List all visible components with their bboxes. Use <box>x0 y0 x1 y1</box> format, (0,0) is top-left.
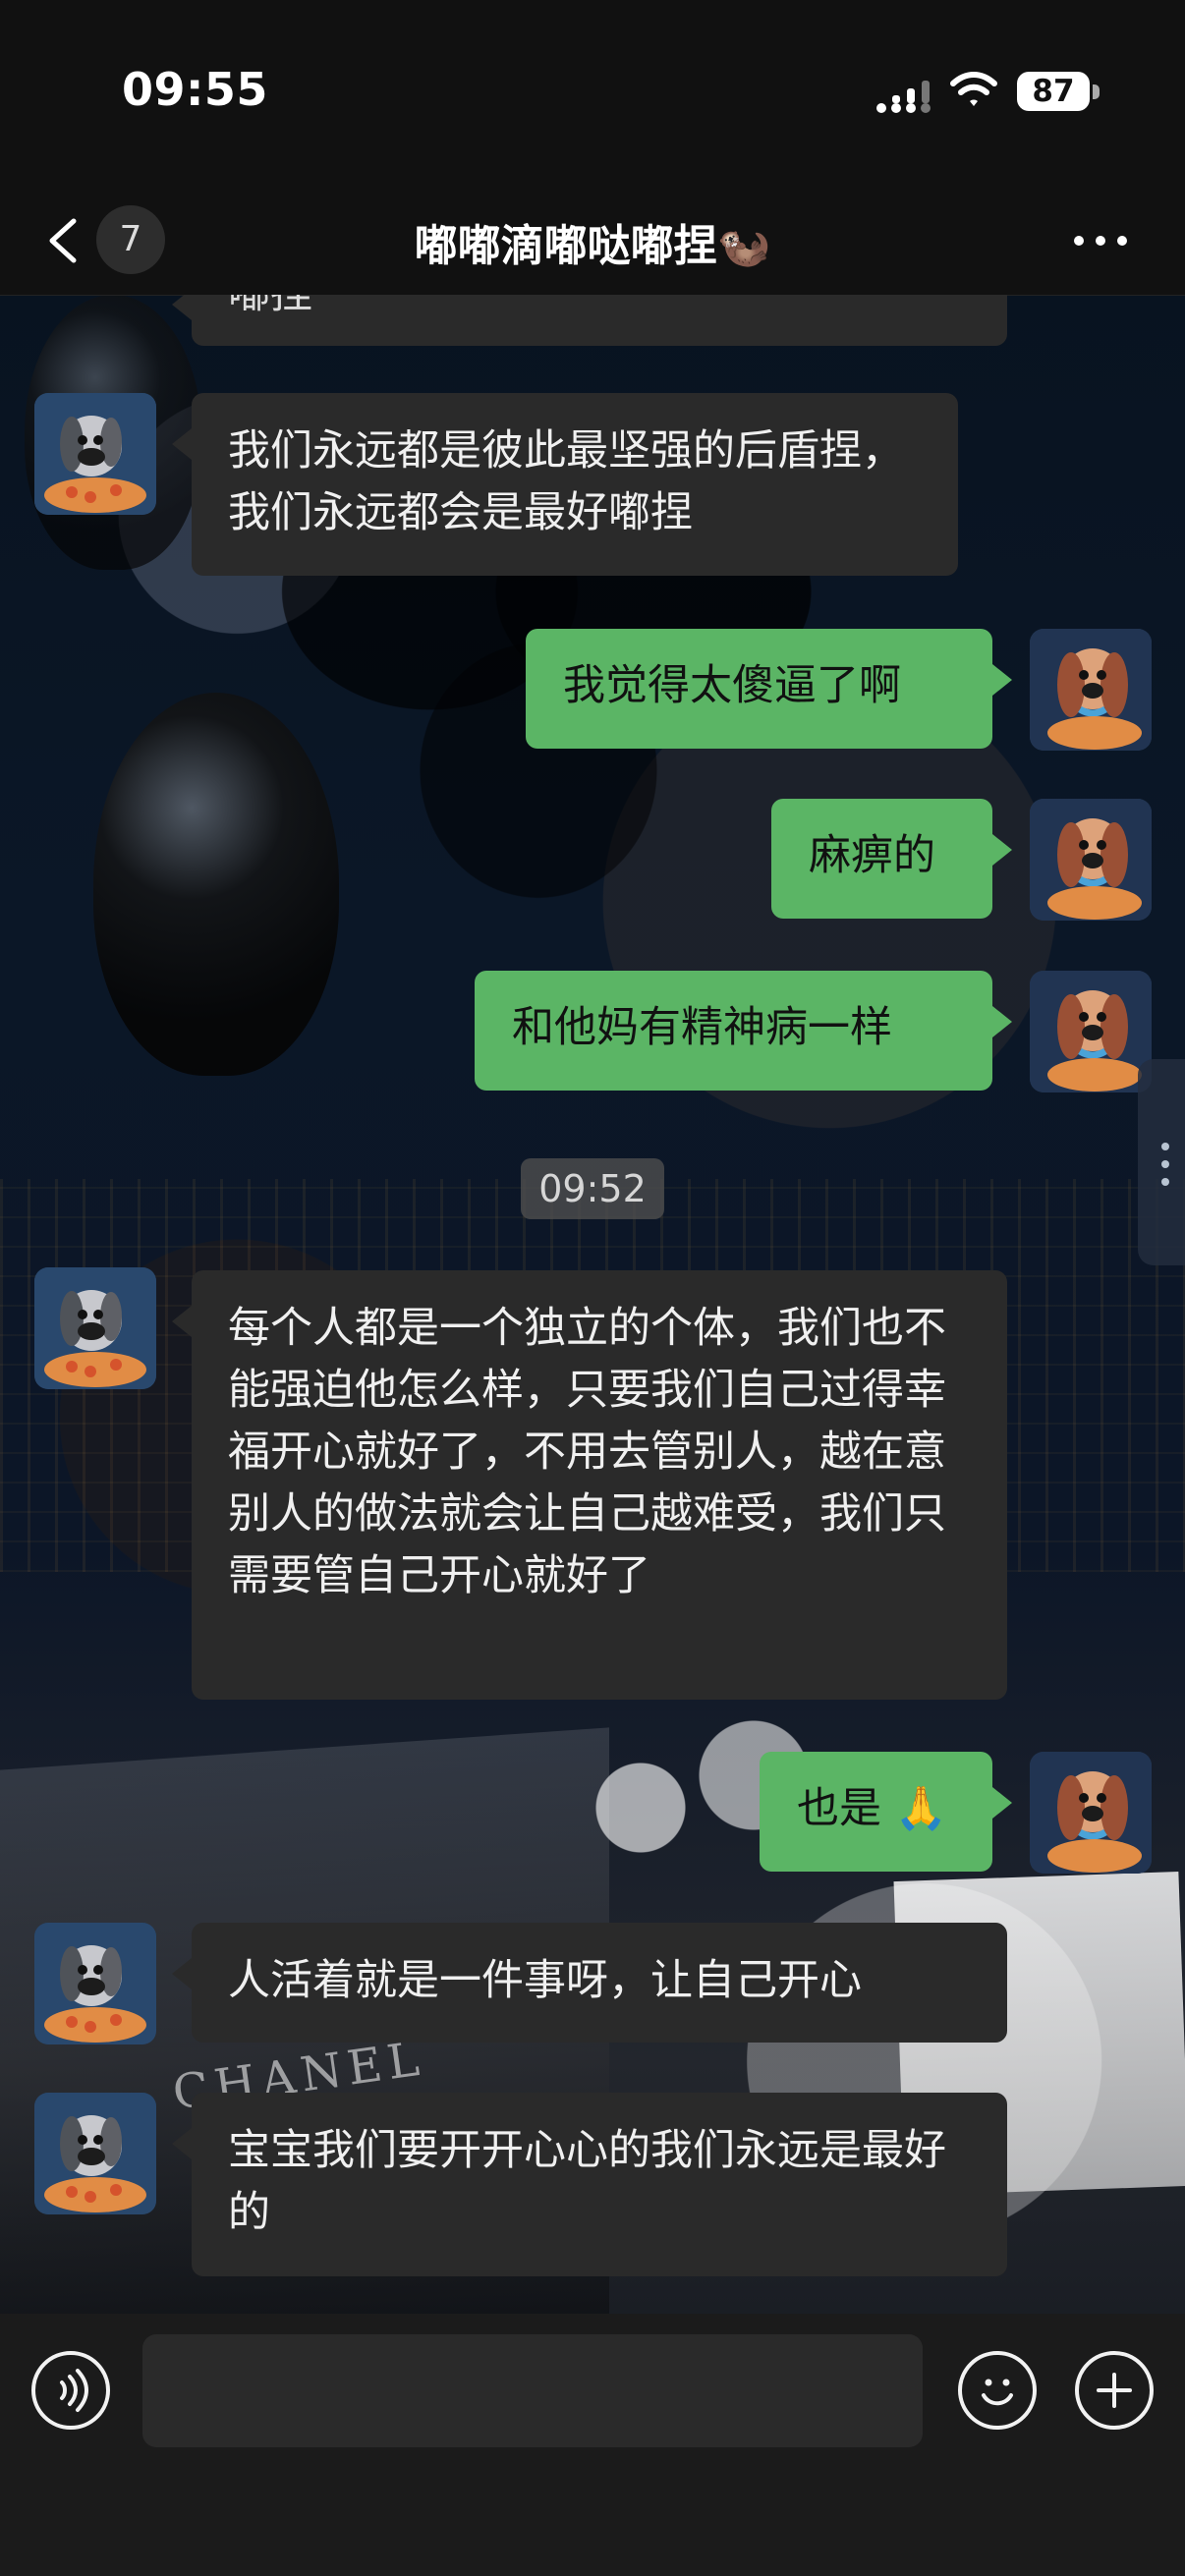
outgoing-message[interactable]: 也是 🙏 <box>760 1752 1012 1872</box>
incoming-message[interactable]: 每个人都是一个独立的个体，我们也不能强迫他怎么样，只要我们自己过得幸福开心就好了… <box>172 1270 1007 1700</box>
contact-avatar[interactable] <box>34 393 156 515</box>
chat-title: 嘟嘟滴嘟哒嘟捏🦦 <box>414 221 771 271</box>
partial-top-message-text: 嘟捏 <box>228 295 312 318</box>
incoming-message[interactable]: 人活着就是一件事呀，让自己开心 <box>172 1923 1007 2043</box>
partial-top-message: 嘟捏 <box>172 295 1007 346</box>
message-text: 也是 🙏 <box>797 1784 948 1833</box>
scroll-dot-icon <box>1161 1178 1169 1186</box>
dog-avatar-icon <box>34 2093 156 2214</box>
my-avatar[interactable] <box>1030 629 1152 751</box>
outgoing-message[interactable]: 我觉得太傻逼了啊 <box>526 629 1012 749</box>
contact-avatar[interactable] <box>34 2093 156 2214</box>
scroll-dot-icon <box>1161 1160 1169 1168</box>
outgoing-message[interactable]: 和他妈有精神病一样 <box>475 971 1012 1091</box>
battery-level: 87 <box>1017 72 1090 111</box>
battery-tip <box>1093 84 1100 99</box>
message-text: 麻痹的 <box>809 831 935 880</box>
voice-button[interactable] <box>31 2351 110 2430</box>
more-dot-icon <box>1117 236 1127 246</box>
emoji-button[interactable] <box>958 2351 1037 2430</box>
chevron-left-icon <box>49 218 77 263</box>
message-text: 我们永远都是彼此最坚强的后盾捏，我们永远都会是最好嘟捏 <box>228 426 904 537</box>
contact-avatar[interactable] <box>34 1923 156 2044</box>
message-list[interactable]: 嘟捏 我们永远都是彼此最坚强的后盾捏，我们永远都会是最好嘟捏 我觉得太傻逼了啊 <box>0 295 1185 2314</box>
signal-icon <box>876 81 931 113</box>
incoming-message[interactable]: 宝宝我们要开开心心的我们永远是最好的 <box>172 2093 1007 2276</box>
status-time: 09:55 <box>122 63 268 116</box>
lady-dog-avatar-icon <box>1030 629 1152 751</box>
message-text: 每个人都是一个独立的个体，我们也不能强迫他怎么样，只要我们自己过得幸福开心就好了… <box>228 1304 946 1600</box>
my-avatar[interactable] <box>1030 1752 1152 1874</box>
message-text: 和他妈有精神病一样 <box>512 1003 892 1052</box>
incoming-message[interactable]: 我们永远都是彼此最坚强的后盾捏，我们永远都会是最好嘟捏 <box>172 393 958 576</box>
chat-screen: CHANEL 09:55 87 7 嘟嘟滴嘟哒嘟捏🦦 我们永远都是彼此最坚强的后… <box>0 0 1185 2576</box>
more-dot-icon <box>1074 236 1084 246</box>
dog-avatar-icon <box>34 1267 156 1389</box>
dog-avatar-icon <box>34 393 156 515</box>
lady-dog-avatar-icon <box>1030 799 1152 921</box>
message-text: 我觉得太傻逼了啊 <box>563 661 901 710</box>
unread-count-badge: 7 <box>96 205 165 274</box>
battery-indicator: 87 <box>1017 72 1100 113</box>
my-avatar[interactable] <box>1030 971 1152 1092</box>
scroll-dot-icon <box>1161 1143 1169 1150</box>
back-button[interactable]: 7 <box>44 205 174 276</box>
plus-button[interactable] <box>1075 2351 1154 2430</box>
dog-avatar-icon <box>34 1923 156 2044</box>
more-button[interactable] <box>1061 212 1140 267</box>
emoji-icon <box>982 2379 1013 2406</box>
outgoing-message[interactable]: 麻痹的 <box>771 799 1012 919</box>
input-bar <box>0 2314 1185 2576</box>
more-dot-icon <box>1096 236 1105 246</box>
scroll-handle[interactable] <box>1138 1059 1185 1265</box>
my-avatar[interactable] <box>1030 799 1152 921</box>
chat-header: 7 嘟嘟滴嘟哒嘟捏🦦 <box>0 187 1185 296</box>
message-text: 人活着就是一件事呀，让自己开心 <box>228 1956 862 2005</box>
wifi-icon <box>950 72 997 106</box>
message-timestamp: 09:52 <box>521 1158 664 1219</box>
contact-avatar[interactable] <box>34 1267 156 1389</box>
lady-dog-avatar-icon <box>1030 1752 1152 1874</box>
message-input[interactable] <box>142 2334 923 2447</box>
message-text: 宝宝我们要开开心心的我们永远是最好的 <box>228 2126 946 2237</box>
status-bar: 09:55 87 <box>0 0 1185 187</box>
voice-icon <box>60 2369 88 2412</box>
plus-icon <box>1097 2373 1132 2408</box>
lady-dog-avatar-icon <box>1030 971 1152 1092</box>
